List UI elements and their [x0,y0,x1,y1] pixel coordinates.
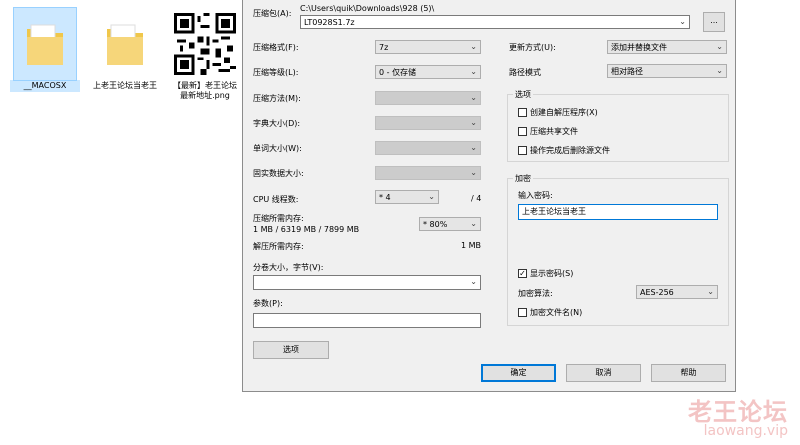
update-label: 更新方式(U): [509,43,556,52]
params-input[interactable] [253,313,481,328]
password-label: 输入密码: [518,191,553,200]
encrypt-names-label: 加密文件名(N) [530,308,583,317]
delete-label: 操作完成后删除源文件 [530,146,610,155]
sfx-checkbox[interactable]: 创建自解压程序(X) [518,107,598,118]
chevron-down-icon: ⌄ [470,67,477,76]
mem-pct-value: * 80% [423,220,448,229]
chevron-down-icon: ⌄ [470,42,477,51]
word-label: 单词大小(W): [253,144,302,153]
path-mode-label: 路径模式 [509,68,541,77]
ok-button[interactable]: 确定 [481,364,556,382]
solid-label: 固实数据大小: [253,169,304,178]
mem-decomp-label: 解压所需内存: [253,242,304,251]
mem-comp-label: 压缩所需内存: [253,214,304,223]
level-value: 0 - 仅存储 [379,68,417,77]
volume-label: 分卷大小，字节(V): [253,263,324,272]
dict-select[interactable]: ⌄ [375,116,481,130]
sfx-label: 创建自解压程序(X) [530,108,598,117]
chevron-down-icon: ⌄ [470,93,477,102]
chevron-down-icon: ⌄ [716,66,723,75]
solid-select[interactable]: ⌄ [375,166,481,180]
level-label: 压缩等级(L): [253,68,299,77]
encrypt-names-checkbox[interactable]: 加密文件名(N) [518,307,582,318]
enc-method-select[interactable]: AES-256 ⌄ [636,285,718,299]
volume-combobox[interactable]: ⌄ [253,275,481,290]
word-select[interactable]: ⌄ [375,141,481,155]
chevron-down-icon[interactable]: ⌄ [679,16,686,27]
options-group-title: 选项 [513,89,533,100]
cancel-button[interactable]: 取消 [566,364,641,382]
desktop-icon-qrcode[interactable]: 【最新】老王论坛最新地址.png [170,8,240,102]
archive-name-combobox[interactable]: LT0928S1.7z ⌄ [300,15,690,29]
mem-comp-value: 1 MB / 6319 MB / 7899 MB [253,225,360,234]
checkbox-box[interactable] [518,308,527,317]
enc-method-label: 加密算法: [518,289,553,298]
watermark-title: 老王论坛 [688,398,788,426]
shared-checkbox[interactable]: 压缩共享文件 [518,126,578,137]
chevron-down-icon: ⌄ [470,168,477,177]
enc-method-value: AES-256 [640,288,674,297]
folder-icon [94,8,156,80]
encryption-group-title: 加密 [513,173,533,184]
archive-label: 压缩包(A): [253,9,292,18]
folder-icon [13,7,77,81]
show-password-checkbox[interactable]: ✓ 显示密码(S) [518,268,573,279]
watermark-url: laowang.vip [703,423,788,439]
archive-path: C:\Users\quik\Downloads\928 (5)\ [300,4,435,13]
mem-percent-select[interactable]: * 80% ⌄ [419,217,481,231]
params-label: 参数(P): [253,299,283,308]
chevron-down-icon: ⌄ [428,192,435,201]
delete-checkbox[interactable]: 操作完成后删除源文件 [518,145,610,156]
update-value: 添加并替换文件 [611,43,667,52]
cpu-value: * 4 [379,193,391,202]
help-button[interactable]: 帮助 [651,364,726,382]
password-input[interactable]: 上老王论坛当老王 [518,204,718,220]
chevron-down-icon: ⌄ [716,42,723,51]
path-mode-value: 相对路径 [611,67,643,76]
format-select[interactable]: 7z ⌄ [375,40,481,54]
checkbox-box[interactable] [518,108,527,117]
show-password-label: 显示密码(S) [530,269,574,278]
options-button[interactable]: 选项 [253,341,329,359]
browse-button[interactable]: ... [703,12,725,32]
qr-code-image-icon [174,8,236,80]
archive-name-value: LT0928S1.7z [304,18,355,27]
check-icon[interactable]: ✓ [518,269,527,278]
desktop-icon-label: __MACOSX [10,80,80,92]
update-select[interactable]: 添加并替换文件 ⌄ [607,40,727,54]
password-value: 上老王论坛当老王 [522,207,586,216]
method-select[interactable]: ⌄ [375,91,481,105]
cpu-total: / 4 [471,194,482,203]
chevron-down-icon: ⌄ [470,219,477,228]
cpu-label: CPU 线程数: [253,195,299,204]
chevron-down-icon: ⌄ [707,287,714,296]
chevron-down-icon[interactable]: ⌄ [470,276,477,287]
chevron-down-icon: ⌄ [470,143,477,152]
cpu-select[interactable]: * 4 ⌄ [375,190,439,204]
mem-decomp-value: 1 MB [461,241,482,250]
checkbox-box[interactable] [518,146,527,155]
chevron-down-icon: ⌄ [470,118,477,127]
shared-label: 压缩共享文件 [530,127,578,136]
format-value: 7z [379,43,389,52]
path-mode-select[interactable]: 相对路径 ⌄ [607,64,727,78]
level-select[interactable]: 0 - 仅存储 ⌄ [375,65,481,79]
format-label: 压缩格式(F): [253,43,299,52]
desktop-icon-laowang[interactable]: 上老王论坛当老王 [90,8,160,92]
dict-label: 字典大小(D): [253,119,301,128]
desktop-icon-label: 【最新】老王论坛最新地址.png [173,81,237,100]
desktop-icon-macosx[interactable]: __MACOSX [10,7,80,92]
desktop-icon-label: 上老王论坛当老王 [93,81,157,90]
add-to-archive-dialog: 压缩包(A): C:\Users\quik\Downloads\928 (5)\… [242,0,736,392]
checkbox-box[interactable] [518,127,527,136]
method-label: 压缩方法(M): [253,94,301,103]
